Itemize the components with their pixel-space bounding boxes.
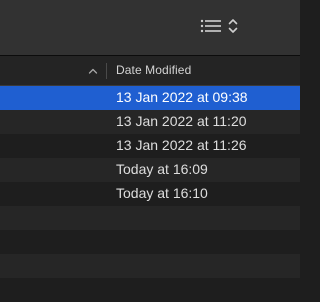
- date-modified-cell: 13 Jan 2022 at 09:38: [116, 89, 248, 105]
- toolbar: [0, 0, 300, 55]
- column-divider[interactable]: [106, 63, 107, 79]
- list-item[interactable]: 13 Jan 2022 at 11:20: [0, 110, 300, 134]
- list-item[interactable]: 13 Jan 2022 at 11:26: [0, 134, 300, 158]
- date-modified-cell: Today at 16:10: [116, 185, 208, 201]
- list-item[interactable]: [0, 206, 300, 230]
- date-modified-column-header[interactable]: Date Modified: [116, 63, 191, 77]
- list-item[interactable]: [0, 278, 300, 302]
- view-options-button[interactable]: [200, 13, 246, 39]
- column-header-bar: Date Modified: [0, 56, 300, 86]
- date-modified-cell: 13 Jan 2022 at 11:20: [116, 113, 247, 129]
- chevron-up-icon[interactable]: [87, 64, 99, 76]
- date-modified-cell: 13 Jan 2022 at 11:26: [116, 137, 247, 153]
- file-list: 13 Jan 2022 at 09:38 13 Jan 2022 at 11:2…: [0, 86, 300, 302]
- list-item[interactable]: 13 Jan 2022 at 09:38: [0, 86, 300, 110]
- up-down-chevron-icon: [228, 17, 238, 35]
- list-lines-icon: [200, 18, 222, 34]
- list-item[interactable]: Today at 16:10: [0, 182, 300, 206]
- list-item[interactable]: [0, 254, 300, 278]
- date-modified-cell: Today at 16:09: [116, 161, 208, 177]
- list-item[interactable]: [0, 230, 300, 254]
- list-item[interactable]: Today at 16:09: [0, 158, 300, 182]
